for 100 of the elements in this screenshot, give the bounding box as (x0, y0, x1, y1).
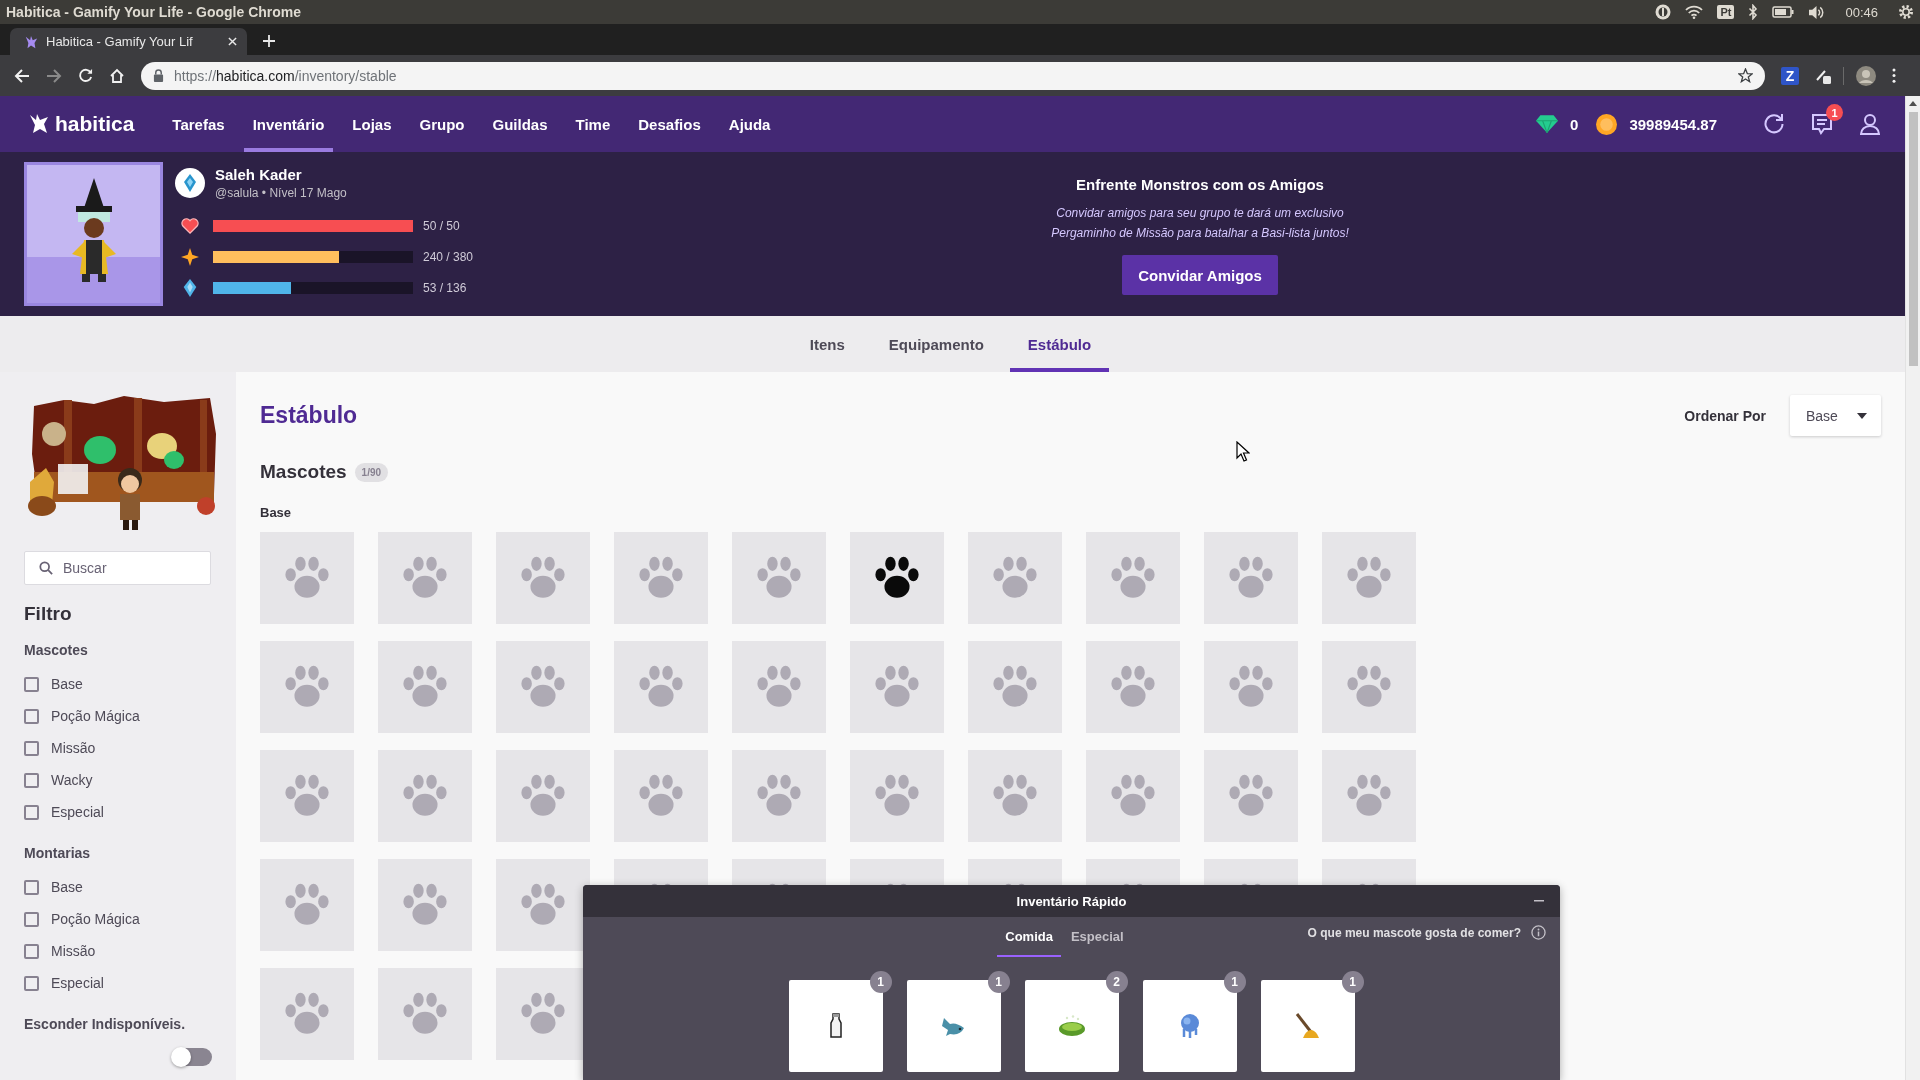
toggle-switch[interactable] (172, 1048, 212, 1066)
class-icon (175, 168, 205, 198)
stat-reading: 240 / 380 (423, 249, 474, 264)
dipper-icon (1294, 1012, 1321, 1040)
keyboard-layout-indicator[interactable]: Pt (1717, 5, 1735, 19)
reload-icon[interactable] (78, 68, 93, 83)
nav-link[interactable]: Ajuda (719, 96, 780, 152)
wifi-icon[interactable] (1685, 5, 1704, 19)
close-icon[interactable] (228, 37, 237, 46)
item-count: 1 (1223, 971, 1246, 993)
settings-icon[interactable] (1898, 4, 1914, 20)
checkbox[interactable] (24, 879, 39, 895)
checkbox-label: Missão (51, 943, 96, 959)
checkbox[interactable] (24, 943, 39, 959)
extension-button[interactable]: Z (1781, 66, 1799, 85)
bookmark-star-icon[interactable] (1738, 68, 1753, 83)
avatar-drawing[interactable] (24, 162, 163, 306)
tab[interactable]: Especial (1062, 919, 1132, 957)
search-icon (39, 561, 53, 575)
notification-count: 1 (1826, 104, 1843, 121)
stat-reading: 53 / 136 (423, 280, 467, 295)
checkbox[interactable] (24, 708, 39, 724)
menu-icon[interactable] (1892, 68, 1896, 83)
logo-wordmark[interactable]: habitica (55, 112, 135, 136)
battery-icon[interactable] (1772, 6, 1795, 18)
tab[interactable]: Equipamento (870, 316, 1002, 372)
scroll-up-icon[interactable] (1909, 101, 1917, 106)
checkbox-label: Missão (51, 740, 96, 756)
scrollbar-thumb[interactable] (1908, 112, 1918, 366)
browser-tab[interactable]: Habitica - Gamify Your Lif (10, 28, 247, 55)
section-title: Mascotes (260, 461, 347, 483)
scrollbar[interactable] (1905, 96, 1920, 1080)
dialog-title: Inventário Rápido (1016, 893, 1127, 909)
toggle-label: Esconder Indisponíveis. (24, 1016, 186, 1032)
tab[interactable]: Itens (791, 316, 863, 372)
tab[interactable]: Estábulo (1009, 316, 1110, 372)
volume-icon[interactable] (1808, 4, 1826, 20)
forward-icon[interactable] (46, 67, 62, 84)
chat-icon[interactable] (1811, 113, 1833, 135)
user-name: Saleh Kader (215, 166, 303, 183)
profile-avatar-icon[interactable] (1856, 65, 1876, 86)
tab[interactable]: Comida (997, 919, 1061, 957)
search-field[interactable]: Buscar (24, 551, 211, 585)
back-icon[interactable] (14, 67, 30, 84)
sort-dropdown[interactable]: Base (1790, 395, 1881, 436)
checkbox-label: Base (51, 879, 83, 895)
new-tab-icon[interactable] (263, 35, 275, 47)
logo-icon[interactable] (27, 112, 51, 136)
checkbox-label: Especial (51, 975, 104, 991)
nav-link[interactable]: Desafios (629, 96, 710, 152)
checkbox[interactable] (24, 911, 39, 927)
item-count: 2 (1105, 971, 1128, 993)
nav-link[interactable]: Lojas (343, 96, 401, 152)
heart-icon (181, 217, 199, 234)
promo-title: Enfrente Monstros com os Amigos (1076, 176, 1324, 193)
minimize-icon[interactable] (1534, 900, 1544, 902)
crystal-icon (181, 278, 199, 297)
user-icon[interactable] (1859, 113, 1881, 135)
url-text: https://habitica.com/inventory/stable (174, 67, 398, 84)
checkbox-label: Especial (51, 804, 104, 820)
cursor-icon (1236, 441, 1250, 463)
refresh-icon[interactable] (1763, 113, 1785, 135)
group-title: Base (260, 505, 292, 520)
invite-friends-button[interactable]: Convidar Amigos (1122, 255, 1278, 295)
checkbox[interactable] (24, 772, 39, 788)
nav-link[interactable]: Time (566, 96, 620, 152)
coin-balance: 39989454.87 (1629, 115, 1717, 133)
gem-count: 0 (1570, 115, 1579, 133)
item-count: 1 (987, 971, 1010, 993)
promo-text: Convidar amigos para seu grupo te dará um exclusivo Pergaminho de Missão para batalhar a Basi-lista juntos! (1050, 205, 1350, 242)
page-title: Estábulo (260, 402, 358, 429)
nav-link[interactable]: Tarefas (163, 96, 234, 152)
caret-icon (1857, 412, 1867, 419)
checkbox[interactable] (24, 740, 39, 756)
coin-icon (1596, 113, 1618, 135)
checkbox[interactable] (24, 804, 39, 820)
window-title: Habitica - Gamify Your Life - Google Chrome (6, 4, 302, 20)
clock[interactable]: 00:46 (1845, 4, 1878, 20)
filter-title: Filtro (24, 603, 72, 625)
pet-slot[interactable] (850, 532, 944, 624)
favicon-icon (24, 34, 38, 49)
hint-text: O que meu mascote gosta de comer? (1307, 925, 1521, 940)
checkbox-label: Base (51, 676, 83, 692)
checkbox[interactable] (24, 975, 39, 991)
pet-slot[interactable] (496, 859, 590, 951)
checkbox[interactable] (24, 676, 39, 692)
lock-icon (153, 69, 164, 82)
bluetooth-icon[interactable] (1748, 4, 1759, 20)
info-icon[interactable] (1531, 925, 1546, 940)
nav-link[interactable]: Grupo (410, 96, 474, 152)
address-bar[interactable]: https://habitica.com/inventory/stable (141, 61, 1765, 90)
checkbox-label: Poção Mágica (51, 708, 140, 724)
checkbox-label: Poção Mágica (51, 911, 140, 927)
pet-count: 1/90 (354, 462, 389, 482)
bottle-icon (828, 1013, 843, 1039)
app-indicator-icon[interactable] (1655, 4, 1672, 20)
nav-link[interactable]: Guildas (483, 96, 557, 152)
user-subtitle: @salula • Nível 17 Mago (215, 186, 347, 200)
home-icon[interactable] (109, 67, 125, 84)
checkbox-label: Wacky (51, 772, 93, 788)
